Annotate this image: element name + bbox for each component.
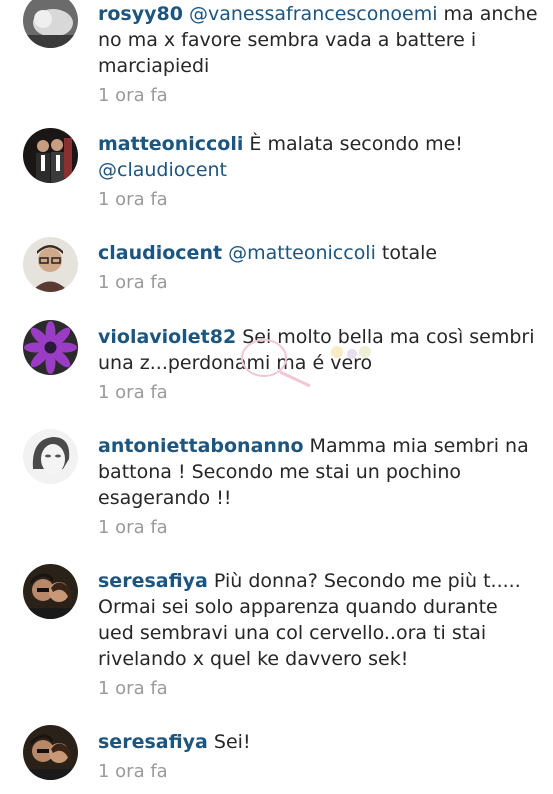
username-link[interactable]: seresafiya (98, 570, 208, 592)
watermark-doodle-icon (241, 339, 371, 388)
mention-link[interactable]: @vanessafrancesconoemi (189, 3, 438, 25)
username-link[interactable]: matteoniccoli (98, 133, 243, 155)
woman-face-avatar-icon (23, 429, 78, 484)
baby-photo-avatar-icon (23, 0, 78, 48)
avatar[interactable] (23, 0, 78, 48)
timestamp: 1 ora fa (98, 85, 168, 106)
avatar[interactable] (23, 429, 78, 484)
timestamp: 1 ora fa (98, 761, 168, 782)
comment-text: rosyy80 @vanessafrancesconoemi ma anche … (98, 1, 538, 79)
comment-text: seresafiya Più donna? Secondo me più t..… (98, 568, 538, 672)
avatar[interactable] (23, 725, 78, 780)
mention-link[interactable]: @claudiocent (98, 159, 227, 181)
couple-dark-avatar-icon (23, 564, 78, 619)
username-link[interactable]: antoniettabonanno (98, 435, 304, 457)
timestamp: 1 ora fa (98, 517, 168, 538)
comment-text: antoniettabonanno Mamma mia sembri na ba… (98, 433, 538, 511)
username-link[interactable]: claudiocent (98, 242, 222, 264)
username-link[interactable]: violaviolet82 (98, 326, 236, 348)
comment-body: totale (375, 242, 438, 264)
man-glasses-avatar-icon (23, 237, 78, 292)
timestamp: 1 ora fa (98, 272, 168, 293)
comment-body: Sei! (207, 731, 251, 753)
avatar[interactable] (23, 237, 78, 292)
comment-text: claudiocent @matteoniccoli totale (98, 240, 538, 266)
username-link[interactable]: rosyy80 (98, 3, 183, 25)
timestamp: 1 ora fa (98, 189, 168, 210)
couple-dark-avatar-icon (23, 725, 78, 780)
purple-flower-avatar-icon (23, 320, 78, 375)
avatar[interactable] (23, 564, 78, 619)
username-link[interactable]: seresafiya (98, 731, 208, 753)
couple-photo-avatar-icon (23, 128, 78, 183)
comment-text: matteoniccoli È malata secondo me! @clau… (98, 131, 538, 183)
timestamp: 1 ora fa (98, 678, 168, 699)
avatar[interactable] (23, 320, 78, 375)
mention-link[interactable]: @matteoniccoli (228, 242, 376, 264)
comment-body: È malata secondo me! (243, 133, 463, 155)
comment-text: seresafiya Sei! (98, 729, 538, 755)
avatar[interactable] (23, 128, 78, 183)
